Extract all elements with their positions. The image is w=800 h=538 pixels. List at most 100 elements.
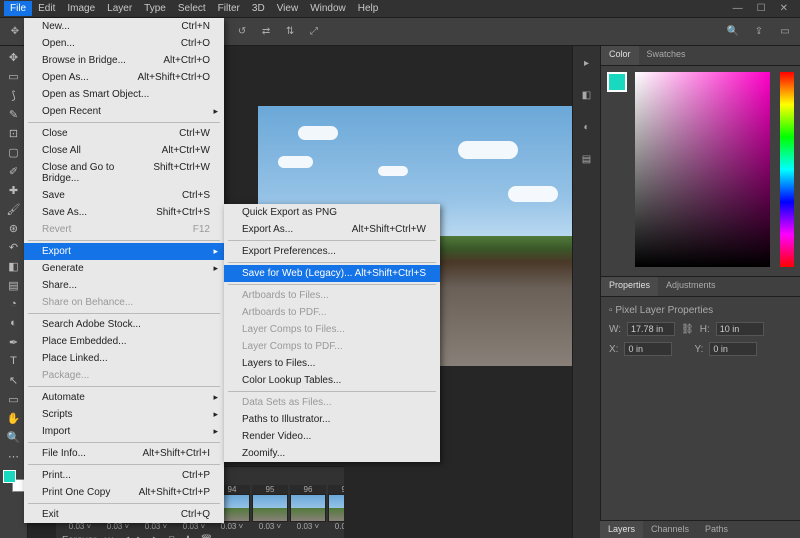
link-icon[interactable]: ⛓ (681, 324, 694, 335)
menu-item[interactable]: Search Adobe Stock... (24, 316, 224, 333)
menu-item[interactable]: Automate (24, 389, 224, 406)
search-icon[interactable]: 🔍 (724, 23, 742, 41)
menu-image[interactable]: Image (61, 1, 101, 16)
menu-item[interactable]: SaveCtrl+S (24, 187, 224, 204)
menu-view[interactable]: View (271, 1, 305, 16)
menu-item[interactable]: Render Video... (224, 428, 440, 445)
menu-item[interactable]: Paths to Illustrator... (224, 411, 440, 428)
lasso-tool[interactable]: ⟆ (4, 86, 24, 104)
menu-item[interactable]: Browse in Bridge...Alt+Ctrl+O (24, 52, 224, 69)
width-field[interactable] (627, 322, 675, 336)
type-tool[interactable]: T (4, 352, 24, 370)
tab-adjustments[interactable]: Adjustments (658, 277, 724, 296)
menu-3d[interactable]: 3D (246, 1, 271, 16)
height-field[interactable] (716, 322, 764, 336)
menu-item[interactable]: ExitCtrl+Q (24, 506, 224, 523)
menu-item: RevertF12 (24, 221, 224, 238)
hue-slider[interactable] (780, 72, 794, 267)
menu-item[interactable]: Place Embedded... (24, 333, 224, 350)
scale-icon[interactable]: ⤢ (305, 23, 323, 41)
menu-layer[interactable]: Layer (101, 1, 138, 16)
crop-tool[interactable]: ⊡ (4, 124, 24, 142)
color-swatch[interactable] (3, 470, 25, 492)
arrange-icon[interactable]: ▭ (776, 23, 794, 41)
menu-type[interactable]: Type (138, 1, 172, 16)
menu-item[interactable]: Color Lookup Tables... (224, 372, 440, 389)
slide-icon[interactable]: ⇅ (281, 23, 299, 41)
edit-toolbar[interactable]: ⋯ (4, 447, 24, 465)
menu-item[interactable]: Print One CopyAlt+Shift+Ctrl+P (24, 484, 224, 501)
share-icon[interactable]: ⇪ (750, 23, 768, 41)
menu-item[interactable]: Close AllAlt+Ctrl+W (24, 142, 224, 159)
tab-layers[interactable]: Layers (600, 521, 643, 538)
collapse-icon[interactable]: ▸ (578, 54, 596, 72)
marquee-tool[interactable]: ▭ (4, 67, 24, 85)
tab-color[interactable]: Color (601, 46, 639, 65)
roll-icon[interactable]: ↺ (233, 23, 251, 41)
y-field[interactable] (709, 342, 757, 356)
menu-item[interactable]: Print...Ctrl+P (24, 467, 224, 484)
brush-tool[interactable]: 🖌 (4, 200, 24, 218)
hand-tool[interactable]: ✋ (4, 409, 24, 427)
move-tool[interactable]: ✥ (4, 48, 24, 66)
menu-item[interactable]: Layers to Files... (224, 355, 440, 372)
libraries-icon[interactable]: ◧ (578, 86, 596, 104)
blur-tool[interactable]: ◔ (4, 295, 24, 313)
tab-properties[interactable]: Properties (601, 277, 658, 296)
menu-item[interactable]: Close and Go to Bridge...Shift+Ctrl+W (24, 159, 224, 187)
menu-item[interactable]: File Info...Alt+Shift+Ctrl+I (24, 445, 224, 462)
timeline-frame[interactable]: 950.03 ˅ (252, 485, 288, 531)
menu-item[interactable]: CloseCtrl+W (24, 125, 224, 142)
menu-item[interactable]: Export Preferences... (224, 243, 440, 260)
menu-item[interactable]: Export As...Alt+Shift+Ctrl+W (224, 221, 440, 238)
drag-icon[interactable]: ⇄ (257, 23, 275, 41)
menu-item[interactable]: Save for Web (Legacy)...Alt+Shift+Ctrl+S (224, 265, 440, 282)
menu-help[interactable]: Help (352, 1, 385, 16)
menu-edit[interactable]: Edit (32, 1, 61, 16)
tab-channels[interactable]: Channels (643, 521, 697, 538)
color-field[interactable] (635, 72, 770, 267)
path-tool[interactable]: ↖ (4, 371, 24, 389)
minimize-icon[interactable]: — (733, 3, 743, 14)
pen-tool[interactable]: ✒ (4, 333, 24, 351)
menu-filter[interactable]: Filter (212, 1, 246, 16)
quick-select-tool[interactable]: ✎ (4, 105, 24, 123)
menu-item[interactable]: Place Linked... (24, 350, 224, 367)
menu-window[interactable]: Window (304, 1, 352, 16)
close-icon[interactable]: ✕ (780, 3, 788, 14)
styles-icon[interactable]: ▤ (578, 150, 596, 168)
healing-tool[interactable]: ✚ (4, 181, 24, 199)
eraser-tool[interactable]: ◧ (4, 257, 24, 275)
tab-swatches[interactable]: Swatches (639, 46, 694, 65)
menu-item[interactable]: Generate (24, 260, 224, 277)
gradient-tool[interactable]: ▤ (4, 276, 24, 294)
menu-item[interactable]: Open Recent (24, 103, 224, 120)
maximize-icon[interactable]: ☐ (757, 3, 766, 14)
menu-file[interactable]: File (4, 1, 32, 16)
menu-item[interactable]: Open...Ctrl+O (24, 35, 224, 52)
adjustments-icon[interactable]: ◐ (578, 118, 596, 136)
stamp-tool[interactable]: ⊛ (4, 219, 24, 237)
shape-tool[interactable]: ▭ (4, 390, 24, 408)
menu-item[interactable]: Scripts (24, 406, 224, 423)
menu-item[interactable]: Open as Smart Object... (24, 86, 224, 103)
zoom-tool[interactable]: 🔍 (4, 428, 24, 446)
menu-item[interactable]: Quick Export as PNG (224, 204, 440, 221)
menu-item[interactable]: Import (24, 423, 224, 440)
menu-item[interactable]: Open As...Alt+Shift+Ctrl+O (24, 69, 224, 86)
foreground-color[interactable] (607, 72, 627, 92)
menu-item[interactable]: Save As...Shift+Ctrl+S (24, 204, 224, 221)
menu-item[interactable]: Zoomify... (224, 445, 440, 462)
x-field[interactable] (624, 342, 672, 356)
tab-paths[interactable]: Paths (697, 521, 736, 538)
eyedropper-tool[interactable]: ✐ (4, 162, 24, 180)
timeline-frame[interactable]: 970.03 ˅ (328, 485, 344, 531)
frame-tool[interactable]: ▢ (4, 143, 24, 161)
menu-item[interactable]: Export (24, 243, 224, 260)
dodge-tool[interactable]: ◐ (4, 314, 24, 332)
menu-select[interactable]: Select (172, 1, 212, 16)
menu-item[interactable]: Share... (24, 277, 224, 294)
menu-item[interactable]: New...Ctrl+N (24, 18, 224, 35)
timeline-frame[interactable]: 960.03 ˅ (290, 485, 326, 531)
history-brush-tool[interactable]: ↶ (4, 238, 24, 256)
